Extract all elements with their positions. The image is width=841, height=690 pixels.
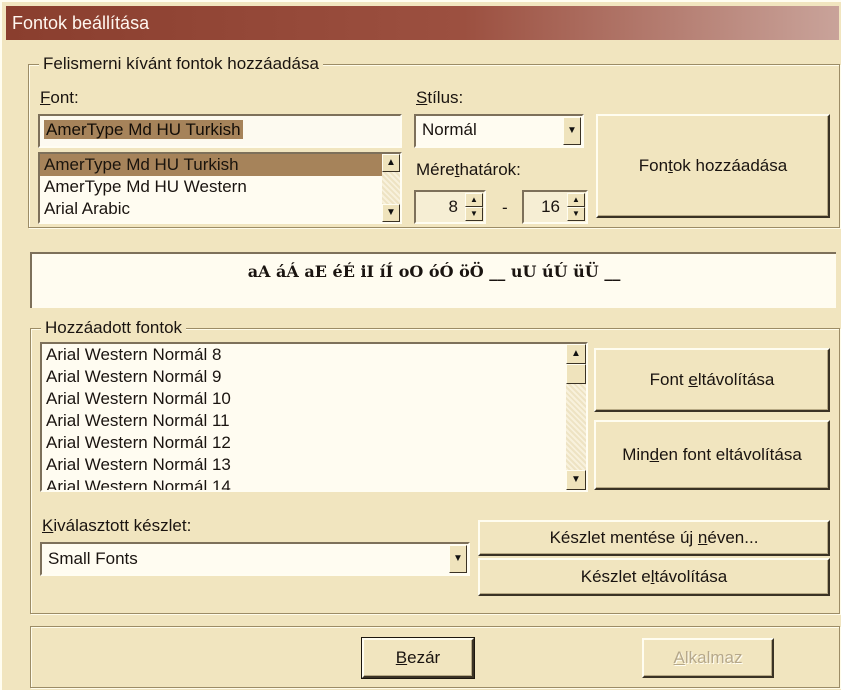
scroll-down-icon[interactable]: ▼: [566, 470, 586, 490]
style-label: Stílus:: [416, 88, 464, 107]
font-label: Font:: [40, 88, 79, 107]
font-name-value: AmerType Md HU Turkish: [44, 120, 243, 139]
added-fonts-list[interactable]: Arial Western Normál 8 Arial Western Nor…: [40, 342, 588, 492]
added-font-item[interactable]: Arial Western Normál 9: [42, 366, 566, 388]
scroll-up-icon[interactable]: ▲: [382, 154, 400, 172]
font-set-value: Small Fonts: [48, 549, 138, 568]
font-settings-dialog: Fontok beállítása Felismerni kívánt font…: [0, 0, 841, 690]
size-max-spinner[interactable]: 16 ▲ ▼: [522, 190, 588, 224]
size-range-label: Mérethatárok:: [416, 160, 521, 179]
size-separator: -: [502, 198, 508, 217]
added-font-item[interactable]: Arial Western Normál 12: [42, 432, 566, 454]
style-select-value: Normál: [422, 120, 477, 139]
added-font-item[interactable]: Arial Western Normál 8: [42, 344, 566, 366]
font-preview-text: aA áÁ aE éÉ iI íÍ oO óÓ öÖ __ uU úÚ üÜ _…: [247, 262, 621, 281]
save-set-as-button[interactable]: Készlet mentése új néven...: [478, 520, 830, 556]
font-list[interactable]: AmerType Md HU Turkish AmerType Md HU We…: [38, 152, 402, 224]
close-button[interactable]: Bezár: [361, 637, 475, 679]
chevron-down-icon[interactable]: ▼: [563, 117, 581, 145]
remove-font-button[interactable]: Font eltávolítása: [594, 348, 830, 412]
apply-button[interactable]: Alkalmaz: [642, 638, 774, 678]
font-name-input[interactable]: AmerType Md HU Turkish: [38, 114, 402, 148]
font-list-item[interactable]: AmerType Md HU Turkish: [40, 154, 382, 176]
font-set-select[interactable]: Small Fonts ▼: [40, 542, 470, 576]
spin-up-icon[interactable]: ▲: [465, 193, 483, 207]
added-fonts-legend: Hozzáadott fontok: [41, 318, 187, 338]
spin-up-icon[interactable]: ▲: [567, 193, 585, 207]
font-preview: aA áÁ aE éÉ iI íÍ oO óÓ öÖ __ uU úÚ üÜ _…: [30, 252, 836, 308]
add-fonts-legend: Felismerni kívánt fontok hozzáadása: [39, 54, 323, 74]
scroll-down-icon[interactable]: ▼: [382, 204, 400, 222]
selected-set-label: Kiválasztott készlet:: [42, 516, 192, 535]
window-title: Fontok beállítása: [12, 13, 150, 33]
added-font-item[interactable]: Arial Western Normál 14: [42, 476, 566, 490]
chevron-down-icon[interactable]: ▼: [449, 545, 467, 573]
remove-all-fonts-button[interactable]: Minden font eltávolítása: [594, 420, 830, 490]
size-min-spinner[interactable]: 8 ▲ ▼: [414, 190, 486, 224]
title-bar: Fontok beállítása: [6, 6, 839, 40]
added-font-item[interactable]: Arial Western Normál 11: [42, 410, 566, 432]
size-min-value: 8: [448, 197, 458, 216]
style-select[interactable]: Normál ▼: [414, 114, 584, 148]
remove-set-button[interactable]: Készlet eltávolítása: [478, 558, 830, 596]
spin-down-icon[interactable]: ▼: [567, 207, 585, 221]
scroll-thumb[interactable]: [566, 364, 586, 384]
spin-down-icon[interactable]: ▼: [465, 207, 483, 221]
font-list-item[interactable]: Arial Arabic: [40, 198, 382, 220]
font-list-item[interactable]: AmerType Md HU Western: [40, 176, 382, 198]
size-max-value: 16: [541, 197, 560, 216]
added-font-item[interactable]: Arial Western Normál 13: [42, 454, 566, 476]
scroll-up-icon[interactable]: ▲: [566, 344, 586, 364]
add-fonts-button[interactable]: Fontok hozzáadása: [596, 114, 830, 218]
added-font-item[interactable]: Arial Western Normál 10: [42, 388, 566, 410]
